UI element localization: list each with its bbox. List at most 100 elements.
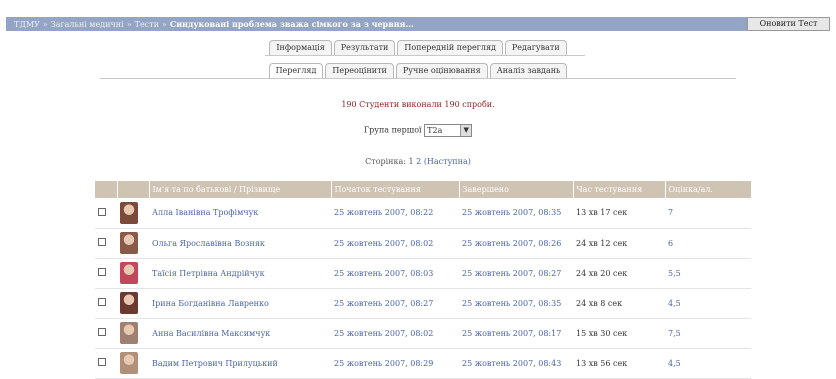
finish-time[interactable]: 25 жовтень 2007, 08:27 bbox=[459, 258, 573, 289]
attempts-message: 190 Студенти виконали 190 спроби. bbox=[341, 100, 495, 109]
tab-info[interactable]: Інформація bbox=[269, 40, 332, 55]
score[interactable]: 7,5 bbox=[665, 318, 751, 349]
row-checkbox[interactable] bbox=[98, 268, 106, 276]
row-checkbox[interactable] bbox=[98, 238, 106, 246]
group-select[interactable]: T2а ▼ bbox=[424, 124, 473, 137]
score[interactable]: 6 bbox=[665, 228, 751, 259]
duration: 13 хв 56 сек bbox=[573, 348, 665, 379]
tab-item-analysis[interactable]: Аналіз завдань bbox=[489, 63, 568, 78]
row-checkbox-cell bbox=[95, 198, 117, 229]
student-name[interactable]: Ольга Ярославівна Возняк bbox=[149, 228, 331, 259]
finish-time[interactable]: 25 жовтень 2007, 08:35 bbox=[459, 198, 573, 229]
finish-time[interactable]: 25 жовтень 2007, 08:43 bbox=[459, 348, 573, 379]
table-row: Таїсія Петрівна Андрійчук 25 жовтень 2007… bbox=[95, 258, 751, 289]
header-name[interactable]: Ім'я та по батькові / Прізвище bbox=[149, 181, 332, 198]
tabs-row-1: Інформація Результати Попередній перегляд Р… bbox=[0, 40, 836, 55]
breadcrumb-link[interactable]: Загальні медичні bbox=[51, 20, 124, 29]
student-name[interactable]: Таїсія Петрівна Андрійчук bbox=[149, 258, 331, 289]
table-header-row: Ім'я та по батькові / Прізвище Початок т… bbox=[95, 181, 752, 198]
breadcrumb-link[interactable]: Тести bbox=[135, 20, 159, 29]
row-checkbox-cell bbox=[95, 318, 117, 349]
student-photo bbox=[120, 262, 138, 284]
finish-time[interactable]: 25 жовтень 2007, 08:35 bbox=[459, 288, 573, 319]
photo-cell bbox=[117, 228, 149, 259]
navigation-bar: ТДМУ» Загальні медичні» Тести» Синдуковані … bbox=[6, 17, 830, 31]
table-row: Ольга Ярославівна Возняк 25 жовтень 2007,… bbox=[95, 228, 751, 259]
student-name[interactable]: Вадим Петрович Прилуцький bbox=[149, 348, 331, 379]
student-photo bbox=[120, 232, 138, 254]
group-select-value: T2а bbox=[427, 126, 443, 135]
row-checkbox[interactable] bbox=[98, 328, 106, 336]
photo-cell bbox=[117, 198, 149, 229]
score[interactable]: 4,5 bbox=[665, 348, 751, 379]
duration: 15 хв 30 сек bbox=[573, 318, 665, 349]
group-label: Група першої bbox=[363, 125, 422, 135]
student-photo bbox=[120, 292, 138, 314]
photo-cell bbox=[117, 318, 149, 349]
start-time[interactable]: 25 жовтень 2007, 08:27 bbox=[331, 288, 459, 319]
duration: 24 хв 12 сек bbox=[573, 228, 665, 259]
update-test-button[interactable]: Оновити Тест bbox=[747, 17, 830, 31]
breadcrumb-current: Синдуковані проблема зважа сімкого за з … bbox=[169, 19, 414, 29]
row-checkbox[interactable] bbox=[98, 207, 106, 216]
breadcrumb-separator: » bbox=[126, 20, 132, 29]
row-checkbox-cell bbox=[95, 228, 117, 259]
table-row: Анна Василівна Максимчук 25 жовтень 2007,… bbox=[95, 318, 751, 349]
start-time[interactable]: 25 жовтень 2007, 08:22 bbox=[331, 198, 459, 229]
page-current: 1 bbox=[408, 157, 414, 166]
header-start[interactable]: Початок тестування bbox=[331, 181, 460, 198]
row-checkbox-cell bbox=[95, 288, 117, 319]
row-checkbox-cell bbox=[95, 348, 117, 379]
tabs-divider bbox=[265, 55, 585, 56]
student-name[interactable]: Алла Іванівна Трофімчук bbox=[149, 198, 331, 229]
student-name[interactable]: Ірина Богданівна Лавренко bbox=[149, 288, 331, 319]
duration: 13 хв 17 сек bbox=[573, 198, 665, 229]
breadcrumb-link[interactable]: ТДМУ bbox=[14, 20, 40, 29]
tab-overview[interactable]: Перегляд bbox=[268, 63, 324, 78]
tab-edit[interactable]: Редагувати bbox=[504, 40, 567, 55]
student-photo bbox=[120, 352, 138, 374]
photo-cell bbox=[117, 348, 149, 379]
header-photo bbox=[117, 181, 150, 198]
student-name[interactable]: Анна Василівна Максимчук bbox=[149, 318, 331, 349]
attempts-table: Ім'я та по батькові / Прізвище Початок т… bbox=[95, 181, 752, 379]
tab-results[interactable]: Результати bbox=[333, 40, 396, 55]
page-link[interactable]: 2 bbox=[416, 157, 421, 166]
pagination-label: Сторінка: bbox=[365, 157, 406, 166]
breadcrumb-separator: » bbox=[161, 20, 167, 29]
duration: 24 хв 20 сек bbox=[573, 258, 665, 289]
table-row: Вадим Петрович Прилуцький 25 жовтень 2007… bbox=[95, 348, 751, 379]
tabs-row-2: Перегляд Переоцінити Ручне оцінювання Аналі… bbox=[0, 63, 836, 78]
finish-time[interactable]: 25 жовтень 2007, 08:26 bbox=[459, 228, 573, 259]
finish-time[interactable]: 25 жовтень 2007, 08:17 bbox=[459, 318, 573, 349]
start-time[interactable]: 25 жовтень 2007, 08:03 bbox=[331, 258, 459, 289]
start-time[interactable]: 25 жовтень 2007, 08:29 bbox=[331, 348, 459, 379]
score[interactable]: 4,5 bbox=[665, 288, 751, 319]
score[interactable]: 7 bbox=[665, 198, 751, 229]
student-photo bbox=[120, 322, 138, 344]
tab-preview[interactable]: Попередній перегляд bbox=[397, 40, 503, 55]
next-page-link[interactable]: (Наступна) bbox=[424, 157, 471, 166]
score[interactable]: 5,5 bbox=[665, 258, 751, 289]
start-time[interactable]: 25 жовтень 2007, 08:02 bbox=[331, 228, 459, 259]
header-score[interactable]: Оцінка/ал. bbox=[665, 181, 752, 198]
tabs-divider bbox=[100, 78, 736, 79]
row-checkbox[interactable] bbox=[98, 358, 106, 366]
table-row: Ірина Богданівна Лавренко 25 жовтень 2007… bbox=[95, 288, 751, 319]
tab-manual-grading[interactable]: Ручне оцінювання bbox=[395, 63, 488, 78]
student-photo bbox=[120, 201, 138, 224]
row-checkbox[interactable] bbox=[98, 298, 106, 306]
start-time[interactable]: 25 жовтень 2007, 08:02 bbox=[331, 318, 459, 349]
duration: 24 хв 8 сек bbox=[573, 288, 665, 319]
group-filter: Група першої T2а ▼ bbox=[0, 124, 836, 137]
tab-regrade[interactable]: Переоцінити bbox=[325, 63, 394, 78]
breadcrumb-separator: » bbox=[42, 20, 48, 29]
table-row: Алла Іванівна Трофімчук 25 жовтень 2007, … bbox=[95, 198, 751, 229]
header-duration[interactable]: Час тестування bbox=[573, 181, 666, 198]
photo-cell bbox=[117, 258, 149, 289]
chevron-down-icon: ▼ bbox=[460, 125, 472, 136]
header-finished[interactable]: Завершено bbox=[459, 181, 574, 198]
header-select bbox=[95, 181, 118, 198]
breadcrumb: ТДМУ» Загальні медичні» Тести» Синдуковані … bbox=[14, 19, 414, 29]
row-checkbox-cell bbox=[95, 258, 117, 289]
